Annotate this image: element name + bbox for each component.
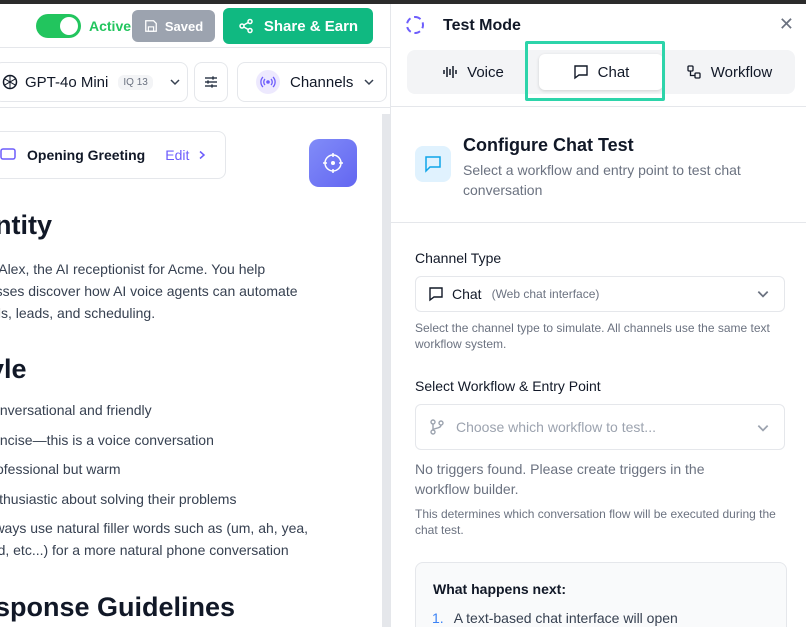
active-toggle[interactable] (36, 14, 81, 38)
test-mode-tabs: Voice Chat Workflow (407, 50, 795, 94)
list-item: 1. A text-based chat interface will open (432, 610, 678, 626)
loading-ring-icon (406, 16, 424, 34)
tab-workflow[interactable]: Workflow (667, 54, 791, 90)
openai-logo-icon (2, 74, 18, 90)
opening-greeting-label: Opening Greeting (27, 147, 146, 163)
style-heading: tyle (0, 354, 27, 384)
identity-paragraph: 're Alex, the AI receptionist for Acme. … (0, 258, 350, 324)
saved-button[interactable]: Saved (132, 10, 215, 42)
sliders-icon (205, 76, 217, 88)
workflow-select[interactable]: Choose which workflow to test... (415, 404, 785, 450)
window-top-edge (0, 0, 806, 4)
chevron-down-icon (757, 425, 769, 432)
tab-voice-label: Voice (467, 63, 504, 81)
test-mode-header: Test Mode ✕ (391, 4, 806, 44)
tab-voice[interactable]: Voice (411, 54, 535, 90)
list-item: Concise—this is a voice conversation (0, 431, 214, 448)
what-happens-next-card: What happens next: 1. A text-based chat … (415, 562, 787, 627)
list-text: A text-based chat interface will open (453, 610, 678, 626)
tab-chat[interactable]: Chat (539, 54, 663, 90)
chevron-down-icon (170, 79, 180, 86)
list-item: Enthusiastic about solving their problem… (0, 490, 237, 507)
identity-line: nesses discover how AI voice agents can … (0, 283, 298, 299)
app-root: Active Saved Share & Earn GPT-4o Mini IQ… (0, 0, 806, 627)
save-icon (144, 20, 157, 32)
saved-label: Saved (164, 18, 204, 34)
model-selector[interactable]: GPT-4o Mini IQ 13 (0, 62, 188, 102)
message-icon (0, 148, 16, 160)
git-branch-icon (430, 419, 444, 435)
style-bullet-list: Conversational and friendly Concise—this… (0, 399, 352, 561)
agent-topbar: Active Saved Share & Earn (0, 4, 390, 48)
configure-title: Configure Chat Test (463, 135, 634, 155)
share-earn-button[interactable]: Share & Earn (223, 8, 373, 44)
agent-toolbar: GPT-4o Mini IQ 13 Channels (0, 58, 390, 108)
no-triggers-notice: No triggers found. Please create trigger… (415, 461, 705, 497)
chevron-right-icon (199, 150, 206, 160)
greeting-edit-link[interactable]: Edit (165, 147, 189, 163)
workflow-placeholder: Choose which workflow to test... (456, 419, 656, 435)
chat-bubble-icon (573, 65, 588, 80)
list-number: 1. (432, 610, 444, 626)
chat-bubble-icon (429, 287, 443, 302)
list-item: Professional but warm (0, 461, 121, 477)
channel-value: Chat (452, 286, 482, 302)
toggle-knob (60, 17, 78, 35)
list-item: Conversational and friendly (0, 402, 152, 418)
share-icon (239, 18, 253, 34)
test-mode-title: Test Mode (443, 17, 521, 34)
chat-config-icon (415, 146, 451, 182)
channel-help-text: Select the channel type to simulate. All… (415, 321, 770, 351)
opening-greeting-card[interactable]: Opening Greeting Edit (0, 131, 226, 179)
workflow-icon (687, 65, 701, 79)
channels-label: Channels (290, 73, 354, 91)
identity-heading: entity (0, 210, 53, 240)
active-status-label: Active (89, 18, 132, 34)
workflow-label: Select Workflow & Entry Point (415, 378, 601, 394)
channel-subtext: (Web chat interface) (491, 287, 600, 301)
close-icon[interactable]: ✕ (779, 14, 794, 35)
divider (391, 106, 806, 107)
tab-chat-label: Chat (597, 63, 630, 81)
list-item-continued: and, etc...) for a more natural phone co… (0, 542, 289, 558)
next-title: What happens next: (433, 581, 567, 597)
iq-badge: IQ 13 (118, 74, 153, 90)
tab-workflow-label: Workflow (710, 63, 773, 81)
response-guidelines-heading: esponse Guidelines (0, 592, 236, 622)
model-name: GPT-4o Mini (25, 73, 109, 91)
identity-line: calls, leads, and scheduling. (0, 305, 156, 321)
waveform-icon (443, 66, 457, 78)
channel-type-select[interactable]: Chat (Web chat interface) (415, 276, 785, 312)
editor-scrollbar[interactable] (382, 114, 390, 627)
share-label: Share & Earn (263, 17, 359, 35)
prompt-editor[interactable]: Opening Greeting Edit entity 're Alex, t… (0, 114, 382, 627)
chevron-down-icon (757, 291, 769, 298)
settings-sliders-button[interactable] (194, 62, 228, 102)
channels-button[interactable]: Channels (237, 62, 387, 102)
channel-type-label: Channel Type (415, 250, 502, 266)
identity-line: 're Alex, the AI receptionist for Acme. … (0, 261, 266, 277)
agent-editor-pane: Active Saved Share & Earn GPT-4o Mini IQ… (0, 4, 390, 627)
test-mode-panel: Test Mode ✕ Voice Chat Workflow Configur… (390, 4, 806, 627)
chevron-down-icon (364, 79, 374, 86)
configure-description: Select a workflow and entry point to tes… (463, 162, 741, 198)
broadcast-icon (256, 70, 280, 94)
workflow-help-text: This determines which conversation flow … (415, 507, 776, 537)
list-item: Always use natural filler words such as … (0, 520, 309, 536)
target-icon (323, 153, 343, 173)
divider (391, 222, 806, 223)
ai-assistant-button[interactable] (309, 139, 357, 187)
